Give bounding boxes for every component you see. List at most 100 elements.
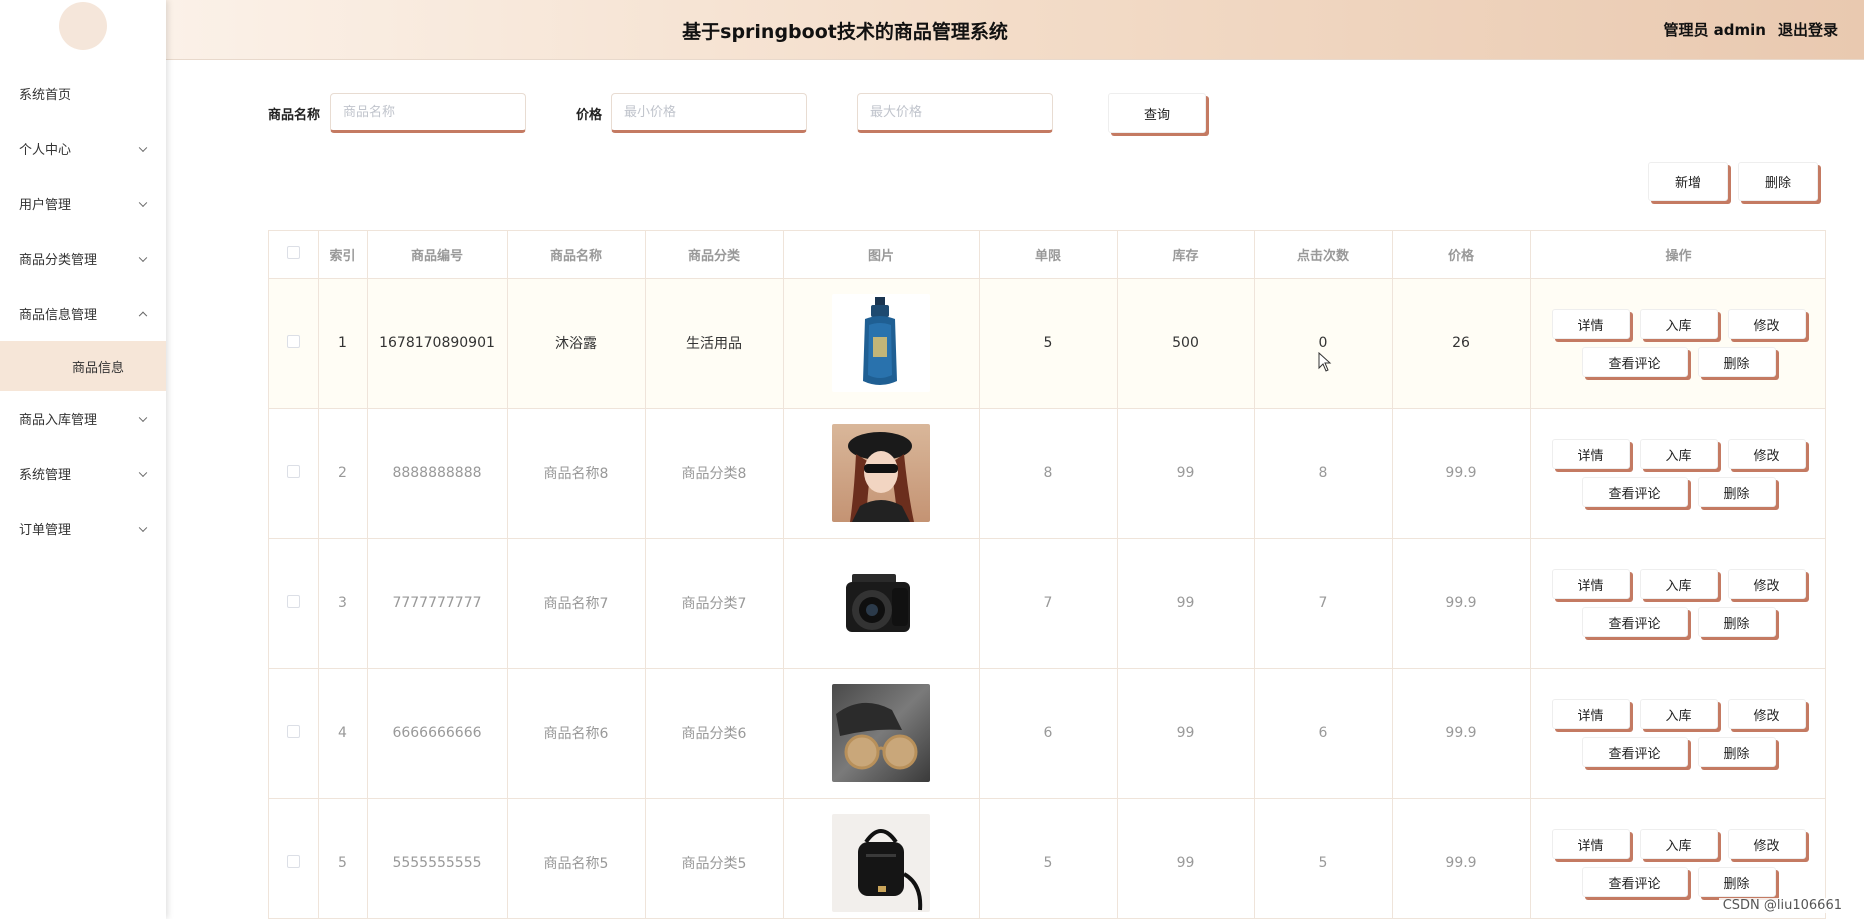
cell-name: 商品名称7 xyxy=(507,538,646,669)
page-title: 基于springboot技术的商品管理系统 xyxy=(682,21,1008,43)
logout-link[interactable]: 退出登录 xyxy=(1778,19,1838,40)
sidebar-subitem-label: 商品信息 xyxy=(71,360,124,376)
sidebar-item-home[interactable]: 系统首页 xyxy=(0,66,166,121)
select-all-checkbox[interactable] xyxy=(286,245,300,259)
avatar xyxy=(59,2,107,50)
cell-name: 商品名称8 xyxy=(507,408,646,539)
camera-icon xyxy=(846,574,910,632)
min-price-input[interactable] xyxy=(611,93,808,133)
row-actions: 详情 入库 修改 查看评论 删除 xyxy=(1531,699,1826,767)
sidebar-menu: 系统首页 个人中心 用户管理 商品分类管理 商品信息管理 商品信息 商品入库管理… xyxy=(0,66,166,556)
shampoo-bottle-icon xyxy=(863,297,897,385)
cell-code: 7777777777 xyxy=(367,538,508,669)
view-comments-button[interactable]: 查看评论 xyxy=(1581,347,1688,377)
column-header: 单限 xyxy=(979,231,1118,279)
mouse-cursor-icon xyxy=(1318,352,1332,372)
delete-button[interactable]: 删除 xyxy=(1738,162,1818,201)
cell-clicks: 6 xyxy=(1254,668,1393,799)
stock-in-button[interactable]: 入库 xyxy=(1639,439,1718,469)
detail-button[interactable]: 详情 xyxy=(1551,309,1630,339)
cell-clicks: 0 xyxy=(1254,278,1393,409)
cell-stock: 99 xyxy=(1117,538,1255,669)
cell-index: 4 xyxy=(318,668,368,799)
edit-button[interactable]: 修改 xyxy=(1727,309,1806,339)
sidebar-item-label: 商品信息管理 xyxy=(19,308,98,323)
user-area: 管理员 admin 退出登录 xyxy=(1663,19,1838,40)
table-row[interactable]: 1 1678170890901 沐浴露 生活用品 5 500 0 26 详情 入… xyxy=(269,278,1825,409)
view-comments-button[interactable]: 查看评论 xyxy=(1581,607,1688,637)
row-checkbox[interactable] xyxy=(286,334,300,348)
cell-index: 5 xyxy=(318,798,368,918)
detail-button[interactable]: 详情 xyxy=(1551,439,1630,469)
detail-button[interactable]: 详情 xyxy=(1551,699,1630,729)
cell-price: 99.9 xyxy=(1392,408,1531,539)
sidebar-item-label: 商品入库管理 xyxy=(19,413,98,428)
sidebar-item-stock-in-management[interactable]: 商品入库管理 xyxy=(0,391,166,446)
cell-clicks: 5 xyxy=(1254,798,1393,918)
edit-button[interactable]: 修改 xyxy=(1727,829,1806,859)
row-delete-button[interactable]: 删除 xyxy=(1697,607,1776,637)
row-delete-button[interactable]: 删除 xyxy=(1697,347,1776,377)
cell-stock: 99 xyxy=(1117,668,1255,799)
table-row[interactable]: 3 7777777777 商品名称7 商品分类7 7 99 7 99.9 详情 … xyxy=(269,538,1826,669)
sidebar-item-category-management[interactable]: 商品分类管理 xyxy=(0,231,166,286)
view-comments-button[interactable]: 查看评论 xyxy=(1581,477,1688,507)
edit-button[interactable]: 修改 xyxy=(1727,439,1806,469)
cell-stock: 99 xyxy=(1117,408,1255,539)
detail-button[interactable]: 详情 xyxy=(1551,829,1630,859)
price-label: 价格 xyxy=(576,107,603,123)
table-row[interactable]: 5 5555555555 商品名称5 商品分类5 5 99 5 99.9 详情 … xyxy=(269,798,1825,918)
top-header: 基于springboot技术的商品管理系统 管理员 admin 退出登录 xyxy=(166,0,1864,60)
query-button[interactable]: 查询 xyxy=(1108,93,1206,133)
sidebar-item-order-management[interactable]: 订单管理 xyxy=(0,501,166,556)
sidebar-item-product-info-management[interactable]: 商品信息管理 xyxy=(0,286,166,341)
row-checkbox[interactable] xyxy=(286,464,300,478)
cell-limit: 7 xyxy=(979,538,1118,669)
sidebar: 系统首页 个人中心 用户管理 商品分类管理 商品信息管理 商品信息 商品入库管理… xyxy=(0,0,166,919)
product-name-input[interactable] xyxy=(330,93,527,133)
sidebar-item-user-management[interactable]: 用户管理 xyxy=(0,176,166,231)
woman-hat-image xyxy=(832,424,930,522)
max-price-input[interactable] xyxy=(857,93,1054,133)
stock-in-button[interactable]: 入库 xyxy=(1639,829,1718,859)
cell-category: 商品分类6 xyxy=(645,668,784,799)
sidebar-subitem-product-info[interactable]: 商品信息 xyxy=(0,341,166,391)
chevron-down-icon xyxy=(138,413,148,422)
stock-in-button[interactable]: 入库 xyxy=(1639,569,1718,599)
table-row[interactable]: 2 8888888888 商品名称8 商品分类8 8 99 8 99.9 详情 … xyxy=(269,408,1825,539)
cell-limit: 5 xyxy=(979,278,1118,409)
camera-image xyxy=(832,554,930,652)
column-header: 库存 xyxy=(1117,231,1255,279)
sidebar-item-system-management[interactable]: 系统管理 xyxy=(0,446,166,501)
detail-button[interactable]: 详情 xyxy=(1551,569,1630,599)
edit-button[interactable]: 修改 xyxy=(1727,569,1806,599)
edit-button[interactable]: 修改 xyxy=(1727,699,1806,729)
cell-category: 商品分类5 xyxy=(645,798,784,918)
stock-in-button[interactable]: 入库 xyxy=(1639,309,1718,339)
row-checkbox[interactable] xyxy=(286,724,300,738)
view-comments-button[interactable]: 查看评论 xyxy=(1581,737,1688,767)
cell-clicks: 8 xyxy=(1254,408,1393,539)
shampoo-bottle-image xyxy=(832,294,930,392)
cell-category: 商品分类7 xyxy=(645,538,784,669)
column-header: 点击次数 xyxy=(1254,231,1393,279)
row-delete-button[interactable]: 删除 xyxy=(1697,737,1776,767)
chevron-down-icon xyxy=(138,523,148,532)
row-actions: 详情 入库 修改 查看评论 删除 xyxy=(1531,569,1826,637)
row-checkbox[interactable] xyxy=(286,854,300,868)
row-delete-button[interactable]: 删除 xyxy=(1697,477,1776,507)
stock-in-button[interactable]: 入库 xyxy=(1639,699,1718,729)
cell-category: 生活用品 xyxy=(645,278,784,409)
row-delete-button[interactable]: 删除 xyxy=(1697,867,1776,897)
view-comments-button[interactable]: 查看评论 xyxy=(1581,867,1688,897)
woman-portrait-icon xyxy=(848,432,914,522)
sunglasses-image xyxy=(832,684,930,782)
column-header: 索引 xyxy=(318,231,368,279)
sunglasses-icon xyxy=(836,702,918,770)
sidebar-item-personal-center[interactable]: 个人中心 xyxy=(0,121,166,176)
row-checkbox[interactable] xyxy=(286,594,300,608)
table-row[interactable]: 4 6666666666 商品名称6 商品分类6 6 99 6 99.9 详情 … xyxy=(269,668,1826,799)
handbag-icon xyxy=(858,829,923,911)
add-button[interactable]: 新增 xyxy=(1648,162,1728,201)
table-header-row: 索引 商品编号 商品名称 商品分类 图片 单限 库存 点击次数 价格 操作 xyxy=(269,231,1825,279)
